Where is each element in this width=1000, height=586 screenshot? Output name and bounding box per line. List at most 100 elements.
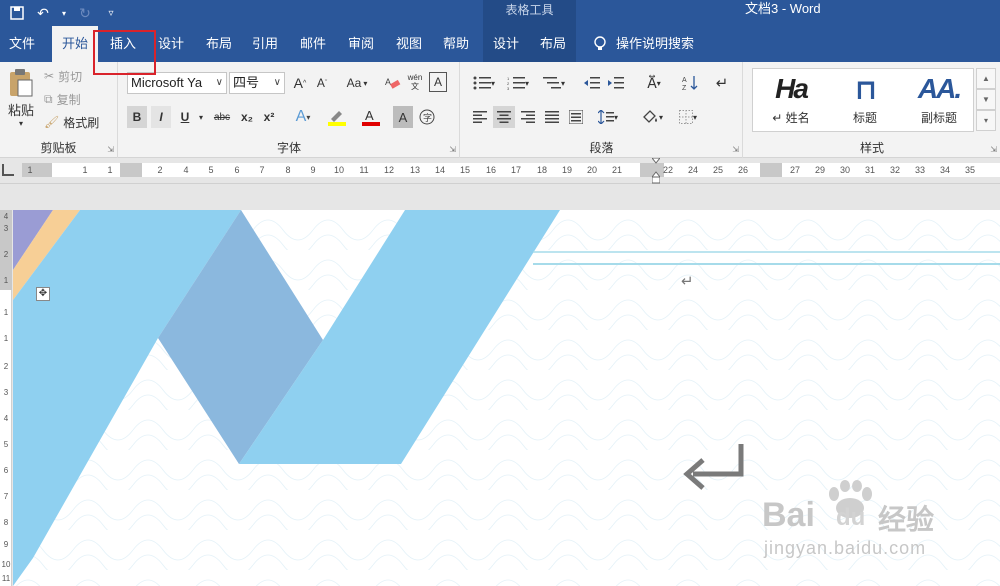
document-title: 文档3 - Word <box>745 1 821 16</box>
tab-help[interactable]: 帮助 <box>433 26 479 62</box>
character-border-button[interactable]: A <box>429 72 447 92</box>
align-left-button[interactable] <box>469 106 491 128</box>
style-item-name[interactable]: Ha ↵ 姓名 <box>755 69 827 131</box>
font-group-label: 字体 <box>276 141 301 155</box>
tab-layout[interactable]: 布局 <box>196 26 242 62</box>
underline-dropdown-icon[interactable]: ▾ <box>197 106 205 128</box>
vruler-number: 11 <box>1 574 11 583</box>
ruler-number: 17 <box>510 165 522 175</box>
shrink-font-button[interactable]: Aˇ <box>313 72 331 94</box>
cut-button[interactable]: ✂ 剪切 <box>44 66 82 86</box>
dropdown-icon: ▾ <box>306 112 311 122</box>
eraser-icon: A <box>385 77 401 89</box>
vruler-number: 10 <box>1 560 11 569</box>
svg-text:A: A <box>385 77 391 87</box>
ruler-number: 35 <box>964 165 976 175</box>
table-move-handle-icon[interactable]: ✥ <box>36 287 50 301</box>
font-color-button[interactable]: A <box>357 106 387 128</box>
ribbon: 粘贴 ▾ ✂ 剪切 ⧉ 复制 🖌 格式刷 剪贴板 ⇲ Microsoft Ya ∨ 四… <box>0 62 1000 158</box>
strikethrough-button[interactable]: abc <box>211 106 233 128</box>
distributed-button[interactable] <box>565 106 587 128</box>
undo-icon[interactable]: ↶ <box>34 3 52 23</box>
tab-table-design[interactable]: 设计 <box>483 26 529 62</box>
style-item-title[interactable]: ⊓ 标题 <box>829 69 901 131</box>
highlight-color-button[interactable] <box>323 106 353 128</box>
font-size-value: 四号 <box>233 75 260 90</box>
increase-indent-button[interactable] <box>605 72 627 94</box>
ruler-number: 19 <box>561 165 573 175</box>
indent-marker[interactable] <box>650 157 662 184</box>
dropdown-icon: ▾ <box>560 78 565 88</box>
tab-references[interactable]: 引用 <box>242 26 288 62</box>
phonetic-guide-button[interactable]: wén 文 <box>405 70 425 94</box>
justify-button[interactable] <box>541 106 563 128</box>
tab-table-layout[interactable]: 布局 <box>530 26 576 62</box>
ruler-number: 32 <box>889 165 901 175</box>
tab-design[interactable]: 设计 <box>148 26 194 62</box>
numbering-button[interactable]: 1 2 3 ▾ <box>503 72 533 94</box>
align-center-button[interactable] <box>493 106 515 128</box>
show-formatting-marks-button[interactable]: ↵ <box>711 72 733 94</box>
undo-dropdown-icon[interactable]: ▾ <box>60 3 68 23</box>
superscript-button[interactable]: x² <box>259 106 279 128</box>
save-icon[interactable] <box>8 3 26 23</box>
font-launcher-icon[interactable]: ⇲ <box>449 145 456 154</box>
borders-button[interactable]: ▾ <box>673 106 703 128</box>
tab-selector-icon[interactable] <box>2 164 14 176</box>
multilevel-list-button[interactable]: ▾ <box>539 72 569 94</box>
clipboard-launcher-icon[interactable]: ⇲ <box>107 145 114 154</box>
tab-review[interactable]: 审阅 <box>338 26 384 62</box>
asian-layout-button[interactable]: A⃡ ▾ <box>639 72 669 94</box>
paste-button[interactable]: 粘贴 ▾ <box>4 66 38 130</box>
ruler-number: 22 <box>662 165 674 175</box>
vruler-number: 2 <box>3 362 9 371</box>
gallery-down-icon[interactable]: ▼ <box>976 89 996 110</box>
ruler-number: 7 <box>259 165 265 175</box>
vruler-number: 9 <box>3 540 9 549</box>
copy-button[interactable]: ⧉ 复制 <box>44 89 81 109</box>
subscript-button[interactable]: x₂ <box>237 106 257 128</box>
vruler-number: 6 <box>3 466 9 475</box>
font-family-combo[interactable]: Microsoft Ya ∨ <box>127 72 227 94</box>
paragraph-launcher-icon[interactable]: ⇲ <box>732 145 739 154</box>
shading-button[interactable]: ▾ <box>637 106 667 128</box>
line-spacing-button[interactable]: ▾ <box>593 106 623 128</box>
vruler-number: 5 <box>3 440 9 449</box>
customize-qat-icon[interactable]: ▿ <box>102 3 120 23</box>
sort-button[interactable]: AZ <box>679 72 701 94</box>
watermark-cn: 经验 <box>878 504 935 535</box>
italic-button[interactable]: I <box>151 106 171 128</box>
style-item-subtitle[interactable]: AA. 副标题 <box>903 69 975 131</box>
gallery-up-icon[interactable]: ▲ <box>976 68 996 89</box>
text-effects-button[interactable]: A ▾ <box>289 106 317 128</box>
chevron-down-icon: ∨ <box>273 77 281 88</box>
character-shading-button[interactable]: A <box>393 106 413 128</box>
change-case-button[interactable]: Aa ▾ <box>343 72 371 94</box>
grow-font-button[interactable]: A ^ <box>291 72 309 94</box>
phonetic-icon: wén <box>407 73 423 82</box>
redo-icon[interactable]: ↻ <box>76 3 94 23</box>
decrease-indent-button[interactable] <box>581 72 603 94</box>
vruler-number: 4 <box>3 414 9 423</box>
enclose-characters-button[interactable]: 字 <box>417 106 437 128</box>
bold-button[interactable]: B <box>127 106 147 128</box>
align-right-button[interactable] <box>517 106 539 128</box>
bullets-button[interactable]: ▾ <box>469 72 499 94</box>
clear-formatting-button[interactable]: A <box>383 72 403 94</box>
tab-home[interactable]: 开始 <box>52 26 98 62</box>
copy-label: 复制 <box>56 92 81 107</box>
tab-file[interactable]: 文件 <box>0 26 44 62</box>
gallery-more-icon[interactable]: ▾ <box>976 110 996 131</box>
tab-insert[interactable]: 插入 <box>100 26 146 62</box>
styles-launcher-icon[interactable]: ⇲ <box>990 145 997 154</box>
tab-mailings[interactable]: 邮件 <box>290 26 336 62</box>
horizontal-ruler[interactable]: 1 1 1 2 4 5 6 7 8 9 10 11 12 13 14 15 16 17 18 19 20 21 22 24… <box>0 157 1000 184</box>
vertical-ruler[interactable]: 4 3 2 1 1 1 2 3 4 5 6 7 8 9 10 11 <box>0 210 12 586</box>
dropdown-icon: ▾ <box>524 78 529 88</box>
tell-me-search[interactable]: 操作说明搜索 <box>616 26 702 62</box>
font-size-combo[interactable]: 四号 ∨ <box>229 72 285 94</box>
format-painter-button[interactable]: 🖌 格式刷 <box>44 112 99 132</box>
underline-button[interactable]: U <box>175 106 195 128</box>
paintbrush-icon: 🖌 <box>44 115 60 129</box>
tab-view[interactable]: 视图 <box>386 26 432 62</box>
